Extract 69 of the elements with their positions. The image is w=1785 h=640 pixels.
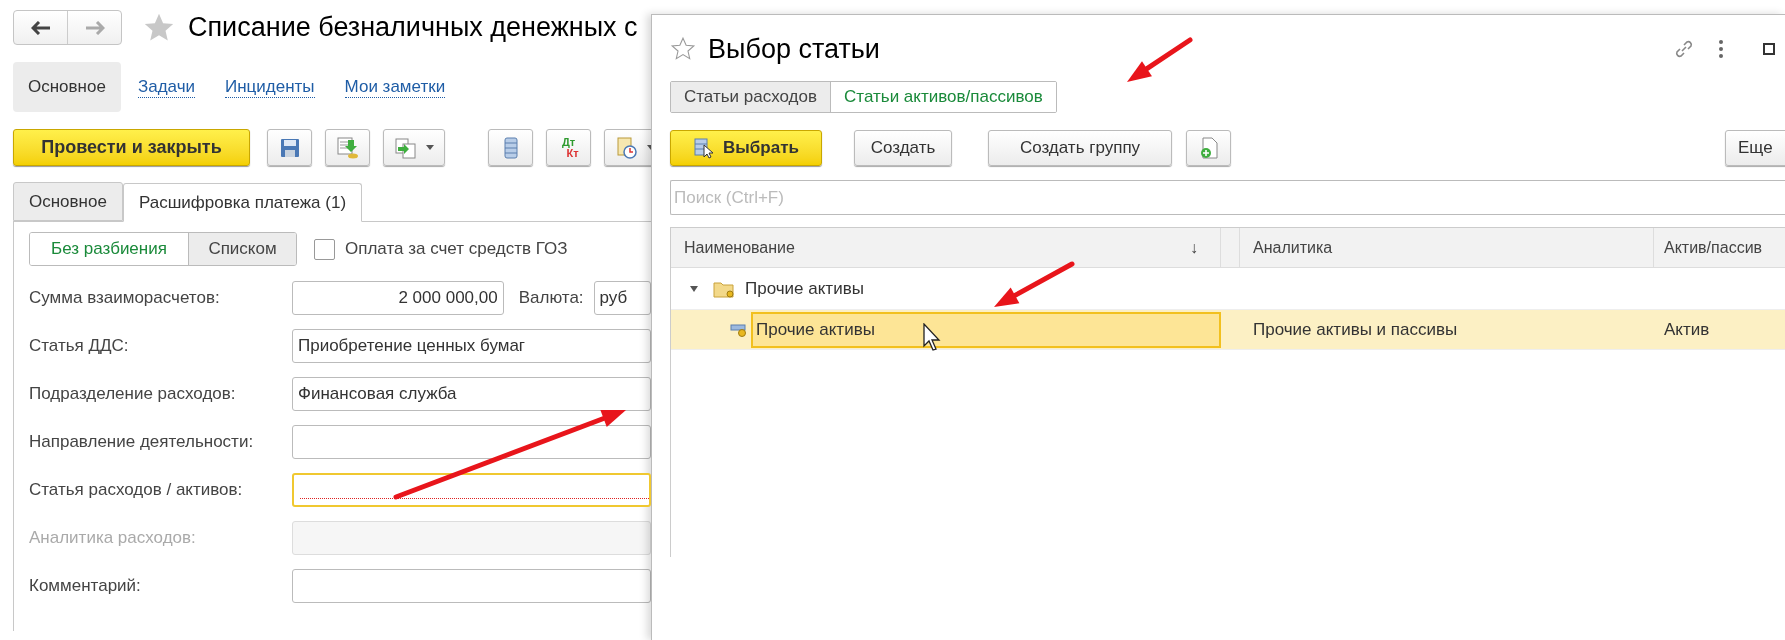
tab[interactable]: Расшифровка платежа (1) [122,183,363,222]
dialog-title: Выбор статьи [708,32,880,66]
expand-triangle-icon[interactable] [689,284,699,293]
input-field[interactable]: Приобретение ценных бумаг [292,329,651,363]
input-field[interactable] [292,569,651,603]
input-field[interactable] [292,425,651,459]
document-coins-icon [335,135,360,160]
caret-icon [426,145,434,150]
annotation-arrow [1127,37,1193,82]
section-link[interactable]: Инциденты [225,76,315,98]
field-label: Статья ДДС: [29,335,130,358]
link-icon[interactable] [1673,38,1695,60]
section-link[interactable]: Мои заметки [344,76,446,98]
toolbar-button[interactable] [604,129,651,166]
toolbar-button[interactable] [488,129,533,166]
more-icon[interactable] [1719,40,1723,58]
table-cell-text: Прочие активы и пассивы [1252,318,1459,341]
mouse-cursor-icon [923,323,941,351]
column-header[interactable]: Наименование ↓ [671,228,1221,267]
field-label: Сумма взаиморасчетов: [29,287,221,310]
field-label: Аналитика расходов: [29,527,197,550]
section-link[interactable]: Задачи [137,76,195,98]
back-arrow-icon [30,20,51,35]
list-icon [502,136,519,159]
section-tab[interactable]: Основное [13,62,121,112]
field-label: Валюта: [518,287,584,310]
toolbar-button[interactable]: Дт Кт [546,129,591,166]
tab[interactable]: Основное [13,182,123,221]
toolbar-button[interactable] [267,129,312,166]
field-label: Направление деятельности: [29,431,255,454]
window-title: Списание безналичных денежных с [188,11,638,45]
field-label: Комментарий: [29,575,142,598]
input-field[interactable]: Финансовая служба [292,377,651,411]
add-document-button[interactable] [1186,130,1231,166]
post-and-close-button[interactable]: Провести и закрыть [13,129,250,166]
input-field[interactable] [292,473,651,507]
dialog-tab[interactable]: Статьи расходов [671,82,831,112]
create-button[interactable]: Создать [854,130,952,166]
copy-documents-icon [394,136,418,159]
tree-row-label[interactable]: Прочие активы [745,275,864,302]
field-label: Статья расходов / активов: [29,479,244,502]
amount-field[interactable]: 2 000 000,00 [292,281,504,315]
column-header[interactable]: Аналитика [1240,228,1654,267]
document-plus-icon [1198,137,1219,159]
checkbox[interactable] [314,238,335,260]
more-button[interactable]: Еще [1725,130,1785,166]
create-group-button[interactable]: Создать группу [988,130,1172,166]
sort-arrow: ↓ [1190,237,1198,258]
select-button[interactable]: Выбрать [670,130,822,166]
table-cell-text: Актив [1663,318,1711,341]
toolbar-button[interactable] [383,129,445,166]
star-icon[interactable] [670,36,696,62]
table-row[interactable]: Прочие активы Прочие активы и пассивы Актив [671,310,1785,350]
field-label: Подразделение расходов: [29,383,237,406]
maximize-icon[interactable] [1763,43,1775,55]
table-cell: Прочие активы [751,311,1221,348]
credit-label: Кт [566,147,579,159]
list-pointer-icon [693,137,716,159]
document-clock-icon [615,135,639,160]
currency-field[interactable]: руб [593,281,651,315]
column-header[interactable]: Актив/пассив [1654,228,1785,267]
dialog-tab[interactable]: Статьи активов/пассивов [830,82,1056,112]
debit-label: Дт [560,136,576,148]
folder-icon [713,279,735,298]
forward-arrow-icon [84,20,105,35]
mode-toggle[interactable]: Списком [188,233,296,265]
toolbar-button[interactable] [325,129,370,166]
checkbox-label: Оплата за счет средств ГОЗ [345,238,568,261]
item-icon [730,321,748,338]
